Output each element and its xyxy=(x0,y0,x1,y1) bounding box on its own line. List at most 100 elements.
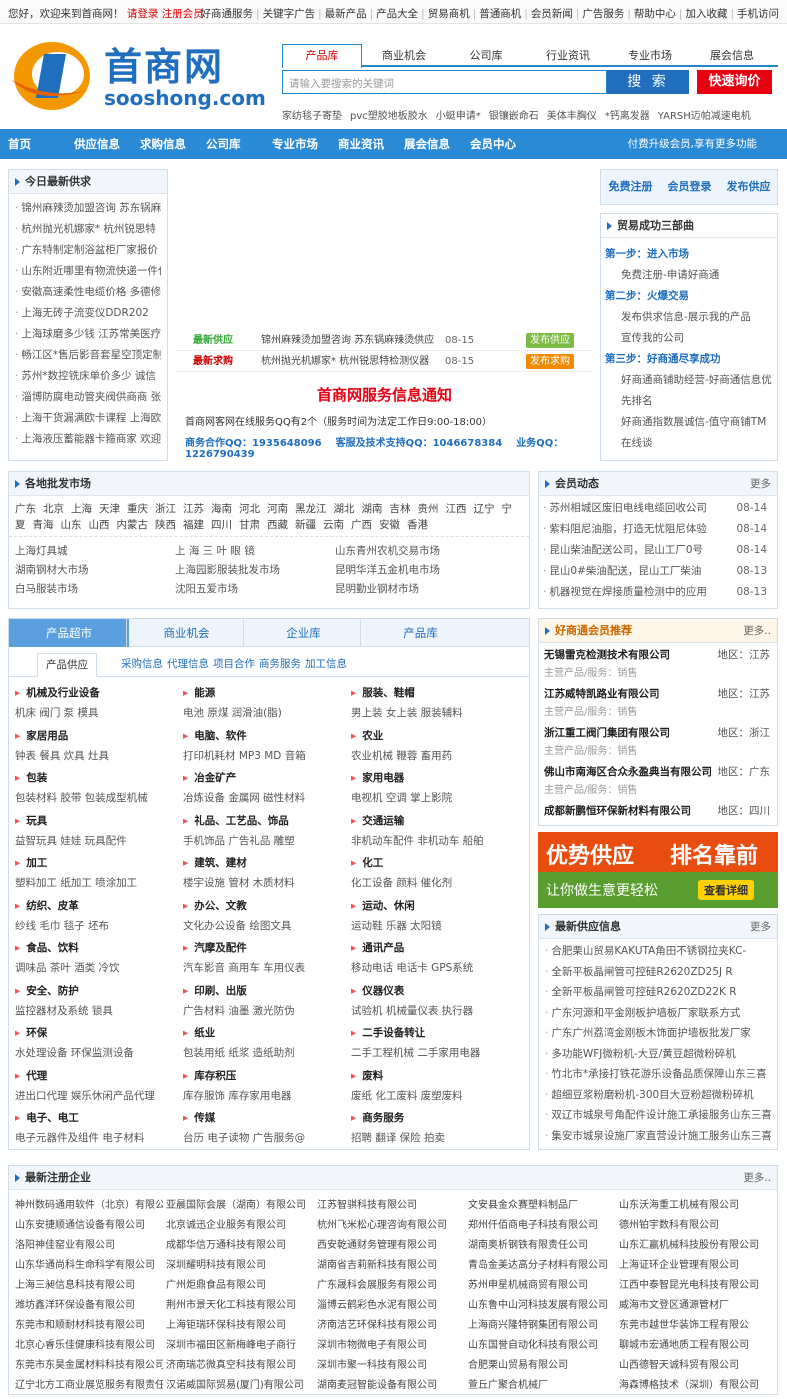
site-logo[interactable]: 首商网 sooshong.com xyxy=(8,34,266,118)
latest-supply-more[interactable]: 更多 xyxy=(750,915,771,939)
category-title[interactable]: 环保 xyxy=(15,1023,180,1043)
company-link[interactable]: 青岛金美达高分子材料有限公司 xyxy=(468,1256,616,1271)
latest-text[interactable]: 杭州抛光机娜家* 杭州锐思特检测仪器 xyxy=(261,351,429,372)
nav-item[interactable]: 展会信息 xyxy=(404,129,450,159)
region-link[interactable]: 云南 xyxy=(323,519,344,531)
hot-keyword[interactable]: YARSH迈帕减速电机 xyxy=(658,111,751,122)
category-sub[interactable]: 移动电话 电话卡 GPS系统 xyxy=(351,958,516,980)
company-link[interactable]: 江西中泰智昆光电科技有限公司 xyxy=(619,1276,767,1291)
company-link[interactable]: 山东安捷顺通信设备有限公司 xyxy=(15,1216,163,1231)
category-title[interactable]: 家居用品 xyxy=(15,726,180,746)
search-tab[interactable]: 产品库 xyxy=(282,44,362,68)
region-link[interactable]: 新疆 xyxy=(295,519,316,531)
hot-keyword[interactable]: *钙离发器 xyxy=(605,111,650,122)
news-title[interactable]: 苏州相城区废旧电线电缆回收公司 xyxy=(549,502,707,514)
category-sub[interactable]: 库存服饰 库存家用电器 xyxy=(183,1086,348,1108)
category-sub[interactable]: 试验机 机械量仪表 执行器 xyxy=(351,1001,516,1023)
company-link[interactable]: 文安县金众赛塑料制品厂 xyxy=(468,1196,616,1211)
category-title[interactable]: 建筑、建材 xyxy=(183,853,348,873)
list-item[interactable]: 畅江区*售后影音套星空顶定制 xyxy=(15,345,161,366)
supply-item[interactable]: 全新平板晶闸管可控硅R2620ZD22K R xyxy=(545,982,771,1003)
step-2-desc[interactable]: 发布供求信息-展示我的产品 xyxy=(605,307,773,328)
category-sub[interactable]: 塑料加工 纸加工 喷涂加工 xyxy=(15,873,180,895)
promo-banner[interactable]: 优势供应 排名靠前 让你做生意更轻松 查看详细 xyxy=(538,832,778,908)
news-title[interactable]: 紫料阻尼油脂，打造无忧阻尼体验 xyxy=(549,523,707,535)
category-sub[interactable]: 电池 原煤 润滑油(脂) xyxy=(183,703,348,725)
nav-item[interactable]: 首页 xyxy=(8,129,31,159)
latest-text[interactable]: 锦州麻辣烫加盟咨询 苏东锅麻辣烫供应 xyxy=(261,330,434,351)
company-link[interactable]: 东莞市和顺耐材科技有限公司 xyxy=(15,1316,163,1331)
region-link[interactable]: 山东 xyxy=(61,519,82,531)
sub-tab[interactable]: 加工信息 xyxy=(305,653,347,677)
search-tab[interactable]: 专业市场 xyxy=(610,45,690,67)
category-title[interactable]: 废料 xyxy=(351,1066,516,1086)
category-sub[interactable]: 益智玩具 娃娃 玩具配件 xyxy=(15,831,180,853)
news-item[interactable]: 机器视觉在焊接质量检测中的应用 08-13 xyxy=(543,582,773,603)
company-link[interactable]: 德州铂宇数科有限公司 xyxy=(619,1216,767,1231)
category-sub[interactable]: 化工设备 颜料 催化剂 xyxy=(351,873,516,895)
supply-item[interactable]: 竹北市*承接打铁花游乐设备品质保障山东三喜 xyxy=(545,1064,771,1085)
market-link[interactable]: 山东青州农机交易市场 xyxy=(335,543,440,558)
company-link[interactable]: 上海钜瑞环保科技有限公司 xyxy=(166,1316,314,1331)
list-item[interactable]: 广东特制定制浴盆柜厂家报价 xyxy=(15,240,161,261)
region-link[interactable]: 广西 xyxy=(351,519,372,531)
company-link[interactable]: 海森博格技术（深圳）有限公司 xyxy=(619,1376,767,1391)
category-title[interactable]: 农业 xyxy=(351,726,516,746)
user-button[interactable]: 会员登录 xyxy=(660,170,719,204)
category-title[interactable]: 代理 xyxy=(15,1066,180,1086)
company-link[interactable]: 广东晟科会展服务有限公司 xyxy=(317,1276,465,1291)
category-sub[interactable]: 包装用纸 纸浆 造纸助剂 xyxy=(183,1043,348,1065)
supply-item[interactable]: 超细豆浆粉磨粉机-300目大豆粉超微粉碎机 xyxy=(545,1085,771,1106)
region-link[interactable]: 北京 xyxy=(43,503,64,515)
region-link[interactable]: 湖南 xyxy=(362,503,383,515)
region-link[interactable]: 浙江 xyxy=(155,503,176,515)
region-link[interactable]: 甘肃 xyxy=(239,519,260,531)
good-members-more[interactable]: 更多.. xyxy=(743,619,771,643)
market-link[interactable]: 湖南钢材大市场 xyxy=(15,562,89,577)
company-link[interactable]: 江苏智骐科技有限公司 xyxy=(317,1196,465,1211)
company-link[interactable]: 汉诺威国际贸易(厦门)有限公司 xyxy=(166,1376,314,1391)
market-link[interactable]: 昆明勤业钢材市场 xyxy=(335,581,419,596)
search-button[interactable]: 搜 索 xyxy=(607,70,689,94)
company-link[interactable]: 深圳市福田区新梅峰电子商行 xyxy=(166,1336,314,1351)
upgrade-link[interactable]: 付费升级会员,享有更多功能 xyxy=(628,129,757,159)
category-title[interactable]: 能源 xyxy=(183,683,348,703)
top-link[interactable]: 广告服务 xyxy=(582,8,624,20)
company-link[interactable]: 深圳耀明科技有限公司 xyxy=(166,1256,314,1271)
category-title[interactable]: 家用电器 xyxy=(351,768,516,788)
member-news-more[interactable]: 更多 xyxy=(750,472,771,496)
news-item[interactable]: 紫料阻尼油脂，打造无忧阻尼体验 08-14 xyxy=(543,519,773,540)
category-title[interactable]: 安全、防护 xyxy=(15,981,180,1001)
region-link[interactable]: 湖北 xyxy=(334,503,355,515)
company-link[interactable]: 东莞市东昊金属材料科技有限公司 xyxy=(15,1356,163,1371)
category-title[interactable]: 冶金矿产 xyxy=(183,768,348,788)
step-3-desc-b[interactable]: 好商通指数展诚信-值守商铺TM在线谈 xyxy=(605,412,773,454)
supply-item[interactable]: 广东广州荔湾金刚板木饰面护墙板批发厂家 xyxy=(545,1023,771,1044)
top-link[interactable]: 会员新闻 xyxy=(531,8,573,20)
company-link[interactable]: 山东鲁中山河科技发展有限公司 xyxy=(468,1296,616,1311)
company-link[interactable]: 广州炬鼎食品有限公司 xyxy=(166,1276,314,1291)
top-link[interactable]: 好商通服务 xyxy=(201,8,254,20)
step-1-desc[interactable]: 免费注册-申请好商通 xyxy=(605,265,773,286)
list-item[interactable]: 苏州*数控铣床单价多少 诚信 xyxy=(15,366,161,387)
region-link[interactable]: 四川 xyxy=(211,519,232,531)
hot-keyword[interactable]: 家纺毯子寄垫 xyxy=(282,111,342,122)
publish-button[interactable]: 发布供应 xyxy=(526,333,574,348)
category-title[interactable]: 礼品、工艺品、饰品 xyxy=(183,811,348,831)
category-sub[interactable]: 包装材料 胶带 包装成型机械 xyxy=(15,788,180,810)
top-link[interactable]: 贸易商机 xyxy=(428,8,470,20)
company-link[interactable]: 荆州市景天化工科技有限公司 xyxy=(166,1296,314,1311)
hot-keyword[interactable]: 银镶嵌命石 xyxy=(489,111,539,122)
company-link[interactable]: 上海三昶信息科技有限公司 xyxy=(15,1276,163,1291)
nav-item[interactable]: 商业资讯 xyxy=(338,129,384,159)
top-link[interactable]: 关键字广告 xyxy=(263,8,316,20)
category-sub[interactable]: 广告材料 油墨 激光防伪 xyxy=(183,1001,348,1023)
list-item[interactable]: 上海干货漏满欧卡课程 上海欧 xyxy=(15,408,161,429)
category-title[interactable]: 印刷、出版 xyxy=(183,981,348,1001)
region-link[interactable]: 河南 xyxy=(267,503,288,515)
company-link[interactable]: 北京心睿乐佳健康科技有限公司 xyxy=(15,1336,163,1351)
category-sub[interactable]: 男上装 女上装 服装辅料 xyxy=(351,703,516,725)
company-link[interactable]: 辽宁北方工商业展览服务有限责任 xyxy=(15,1376,163,1391)
category-title[interactable]: 加工 xyxy=(15,853,180,873)
category-title[interactable]: 食品、饮料 xyxy=(15,938,180,958)
